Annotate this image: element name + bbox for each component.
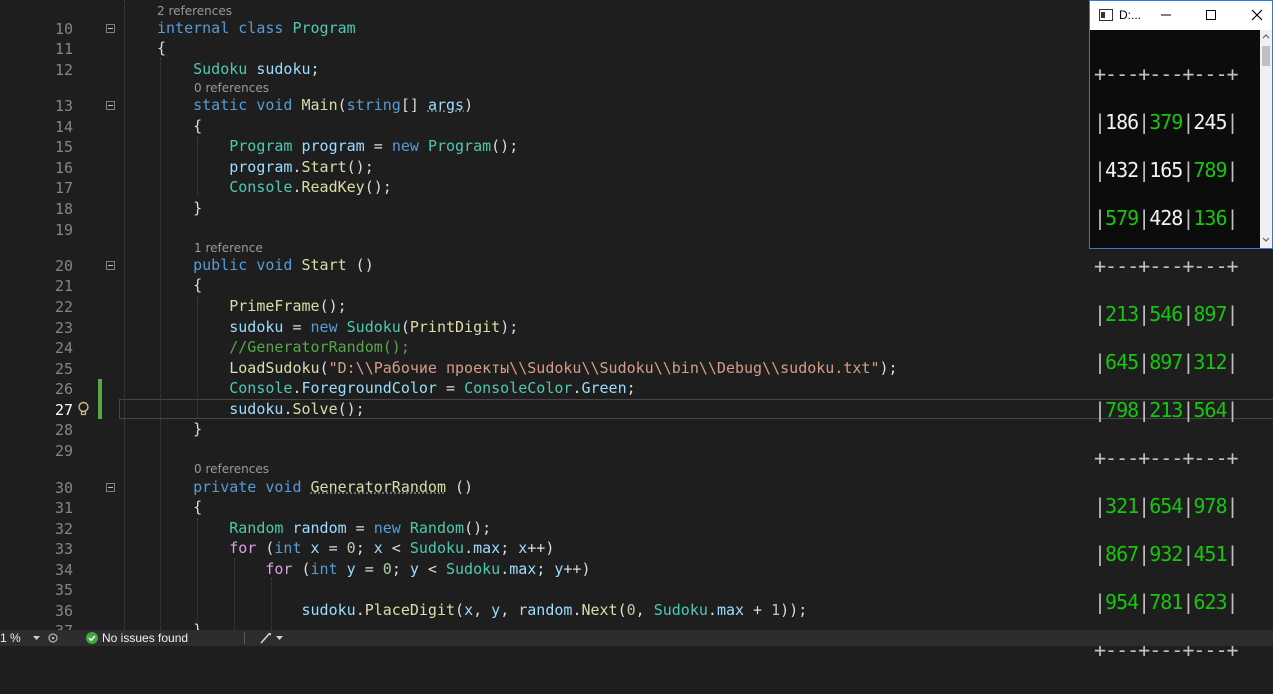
issues-status[interactable]: No issues found xyxy=(102,631,188,645)
code-line: PrimeFrame(); xyxy=(229,297,347,315)
code-cleanup-icon[interactable] xyxy=(259,632,272,644)
code-line: } xyxy=(157,420,203,438)
chevron-down-icon[interactable] xyxy=(276,636,283,641)
line-number: 25 xyxy=(54,360,73,378)
code-editor[interactable]: 10 11 12 13 14 15 16 17 18 19 20 21 22 2… xyxy=(0,0,1273,630)
sudoku-row: |213|546|897| xyxy=(1094,302,1239,326)
codelens-references[interactable]: 1 reference xyxy=(194,241,263,255)
scroll-up-icon[interactable] xyxy=(1262,33,1270,39)
code-line: Program program = new Program(); xyxy=(229,137,519,155)
code-line: internal class Program xyxy=(157,19,356,37)
close-icon[interactable] xyxy=(1251,9,1263,21)
code-line: } xyxy=(157,199,203,217)
code-line: public void Start () xyxy=(193,256,374,274)
git-icon[interactable] xyxy=(47,632,59,644)
collapse-icon[interactable] xyxy=(106,24,115,33)
lightbulb-icon[interactable] xyxy=(77,401,90,417)
line-number: 29 xyxy=(54,442,73,460)
line-number: 30 xyxy=(54,479,73,497)
codelens-references[interactable]: 0 references xyxy=(194,462,269,476)
sudoku-row: |867|932|451| xyxy=(1094,542,1239,566)
line-number: 11 xyxy=(54,40,73,58)
check-circle-icon xyxy=(86,632,98,644)
code-line: for (int y = 0; y < Sudoku.max; y++) xyxy=(265,560,591,578)
line-number: 15 xyxy=(54,138,73,156)
console-window[interactable]: D:... +---+---+---+ |186|379|245| |432|1… xyxy=(1089,0,1273,660)
code-line: private void GeneratorRandom () xyxy=(193,478,474,496)
codelens-references[interactable]: 2 references xyxy=(157,4,232,18)
line-number: 36 xyxy=(54,602,73,620)
codelens-references[interactable]: 0 references xyxy=(194,81,269,95)
code-line: Random random = new Random(); xyxy=(229,519,492,537)
code-line: static void Main(string[] args) xyxy=(193,96,474,114)
line-number: 33 xyxy=(54,540,73,558)
sudoku-row: |186|379|245| xyxy=(1094,110,1239,134)
line-number: 14 xyxy=(54,118,73,136)
line-number: 16 xyxy=(54,159,73,177)
line-number: 13 xyxy=(54,97,73,115)
line-number: 22 xyxy=(54,298,73,316)
console-title: D:... xyxy=(1119,8,1142,22)
line-number: 18 xyxy=(54,200,73,218)
code-line: { xyxy=(157,498,203,516)
collapse-icon[interactable] xyxy=(106,101,115,110)
code-line: program.Start(); xyxy=(229,158,374,176)
sudoku-border: +---+---+---+ xyxy=(1094,62,1239,86)
line-number: 37 xyxy=(0,621,73,630)
line-number: 19 xyxy=(54,221,73,239)
code-line: sudoku.Solve(); xyxy=(229,400,365,418)
line-number: 34 xyxy=(54,561,73,579)
sudoku-row: |432|165|789| xyxy=(1094,158,1239,182)
line-number: 28 xyxy=(54,421,73,439)
collapse-icon[interactable] xyxy=(106,261,115,270)
line-number: 24 xyxy=(54,339,73,357)
code-line: Console.ReadKey(); xyxy=(229,178,392,196)
sudoku-row: |954|781|623| xyxy=(1094,590,1239,614)
chevron-down-icon[interactable] xyxy=(33,636,40,641)
line-number: 26 xyxy=(54,380,73,398)
line-number: 32 xyxy=(54,520,73,538)
line-number: 23 xyxy=(54,319,73,337)
code-line: sudoku.PlaceDigit(x, y, random.Next(0, S… xyxy=(301,601,808,619)
scroll-thumb[interactable] xyxy=(1262,46,1270,66)
scroll-down-icon[interactable] xyxy=(1262,237,1270,243)
collapse-icon[interactable] xyxy=(106,483,115,492)
code-line: } xyxy=(157,621,203,630)
sudoku-row: |321|654|978| xyxy=(1094,494,1239,518)
change-indicator xyxy=(98,379,102,419)
line-number: 35 xyxy=(54,581,73,599)
sudoku-border: +---+---+---+ xyxy=(1094,254,1239,278)
code-line: { xyxy=(157,276,203,294)
code-line: LoadSudoku("D:\\Рабочие проекты\\Sudoku\… xyxy=(229,359,898,377)
line-number: 12 xyxy=(54,61,73,79)
line-number: 10 xyxy=(54,20,73,38)
code-line: Sudoku sudoku; xyxy=(193,60,320,78)
divider xyxy=(244,632,245,644)
code-line: { xyxy=(157,117,203,135)
sudoku-row: |645|897|312| xyxy=(1094,350,1239,374)
line-number: 21 xyxy=(54,277,73,295)
console-scrollbar[interactable] xyxy=(1260,30,1272,248)
sudoku-border: +---+---+---+ xyxy=(1094,446,1239,470)
minimize-icon[interactable] xyxy=(1160,9,1172,21)
code-line: sudoku = new Sudoku(PrintDigit); xyxy=(229,318,519,336)
code-line: for (int x = 0; x < Sudoku.max; x++) xyxy=(229,539,555,557)
status-bar: 1 % No issues found xyxy=(0,630,1273,646)
code-line: { xyxy=(157,39,167,57)
indent-guide xyxy=(124,0,125,630)
zoom-level[interactable]: 1 % xyxy=(0,631,21,645)
sudoku-row: |798|213|564| xyxy=(1094,398,1239,422)
console-output: +---+---+---+ |186|379|245| |432|165|789… xyxy=(1094,34,1239,690)
code-line: Console.ForegroundColor = ConsoleColor.G… xyxy=(229,379,636,397)
line-number: 31 xyxy=(54,499,73,517)
sudoku-row: |579|428|136| xyxy=(1094,206,1239,230)
line-number: 17 xyxy=(54,179,73,197)
console-titlebar[interactable]: D:... xyxy=(1090,1,1272,30)
console-app-icon xyxy=(1099,9,1113,21)
line-number-current: 27 xyxy=(54,401,73,419)
maximize-icon[interactable] xyxy=(1205,9,1217,21)
line-number: 20 xyxy=(54,257,73,275)
code-line: //GeneratorRandom(); xyxy=(229,338,410,356)
